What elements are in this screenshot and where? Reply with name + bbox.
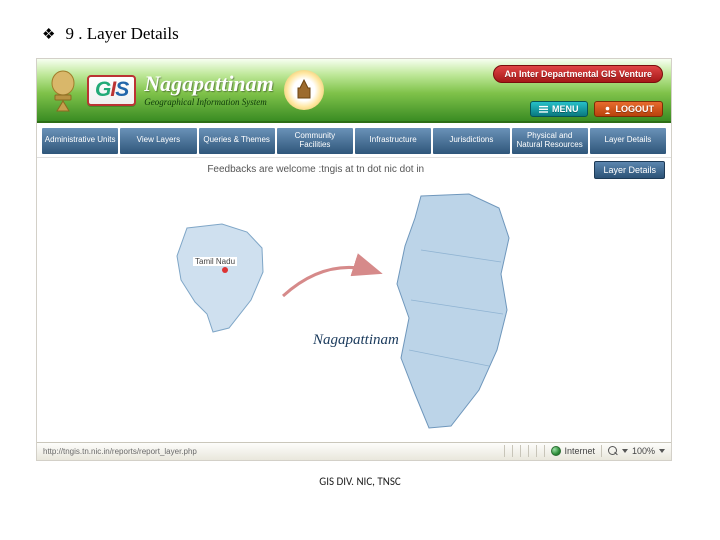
state-emblem-icon xyxy=(45,67,81,113)
brand-logo: GIS xyxy=(87,75,136,106)
tamilnadu-map-icon xyxy=(167,218,277,338)
chevron-down-icon xyxy=(659,449,665,453)
venture-badge: An Inter Departmental GIS Venture xyxy=(493,65,663,83)
logout-icon xyxy=(603,105,612,114)
nav-admin-units[interactable]: Administrative Units xyxy=(41,127,119,155)
zone-label: Internet xyxy=(564,446,595,456)
nav-community-facilities[interactable]: Community Facilities xyxy=(276,127,354,155)
zoom-value: 100% xyxy=(632,446,655,456)
browser-statusbar: http://tngis.tn.nic.in/reports/report_la… xyxy=(37,442,671,460)
menu-button[interactable]: MENU xyxy=(530,101,588,117)
bullet-icon: ❖ xyxy=(42,25,55,44)
tamilnadu-label: Tamil Nadu xyxy=(193,257,237,266)
layer-details-button[interactable]: Layer Details xyxy=(594,161,665,179)
nav-layer-details[interactable]: Layer Details xyxy=(589,127,667,155)
brand-letter-g: G xyxy=(95,78,110,102)
logout-label: LOGOUT xyxy=(616,104,655,114)
nagapattinam-map-icon xyxy=(381,190,519,434)
section-heading: ❖ 9 . Layer Details xyxy=(42,24,678,44)
security-zone: Internet xyxy=(545,446,601,456)
feedback-text: Feedbacks are welcome :tngis at tn dot n… xyxy=(37,164,594,175)
temple-emblem-icon xyxy=(284,70,324,110)
globe-icon xyxy=(551,446,561,456)
main-nav: Administrative Units View Layers Queries… xyxy=(37,123,671,158)
logout-button[interactable]: LOGOUT xyxy=(594,101,664,117)
screenshot-container: GIS Nagapattinam Geographical Informatio… xyxy=(36,58,672,461)
banner-subtitle: Geographical Information System xyxy=(144,97,274,107)
status-url: http://tngis.tn.nic.in/reports/report_la… xyxy=(37,447,504,456)
site-banner: GIS Nagapattinam Geographical Informatio… xyxy=(37,59,671,123)
nav-infrastructure[interactable]: Infrastructure xyxy=(354,127,432,155)
arrow-icon xyxy=(277,252,387,312)
brand-letter-s: S xyxy=(115,78,128,102)
nav-queries-themes[interactable]: Queries & Themes xyxy=(198,127,276,155)
menu-icon xyxy=(539,105,548,114)
heading-text: 9 . Layer Details xyxy=(65,24,178,44)
menu-label: MENU xyxy=(552,104,579,114)
nav-physical-natural[interactable]: Physical and Natural Resources xyxy=(511,127,589,155)
page-footer: GIS DIV. NIC, TNSC xyxy=(42,475,678,488)
banner-title: Nagapattinam xyxy=(144,73,274,95)
chevron-down-icon xyxy=(622,449,628,453)
feedback-bar: Feedbacks are welcome :tngis at tn dot n… xyxy=(37,158,671,182)
map-area: Tamil Nadu Nagapattinam xyxy=(37,182,671,442)
zoom-control[interactable]: 100% xyxy=(602,446,671,456)
nav-view-layers[interactable]: View Layers xyxy=(119,127,197,155)
nagapattinam-label: Nagapattinam xyxy=(313,332,399,349)
nav-jurisdictions[interactable]: Jurisdictions xyxy=(432,127,510,155)
zoom-icon xyxy=(608,446,618,456)
